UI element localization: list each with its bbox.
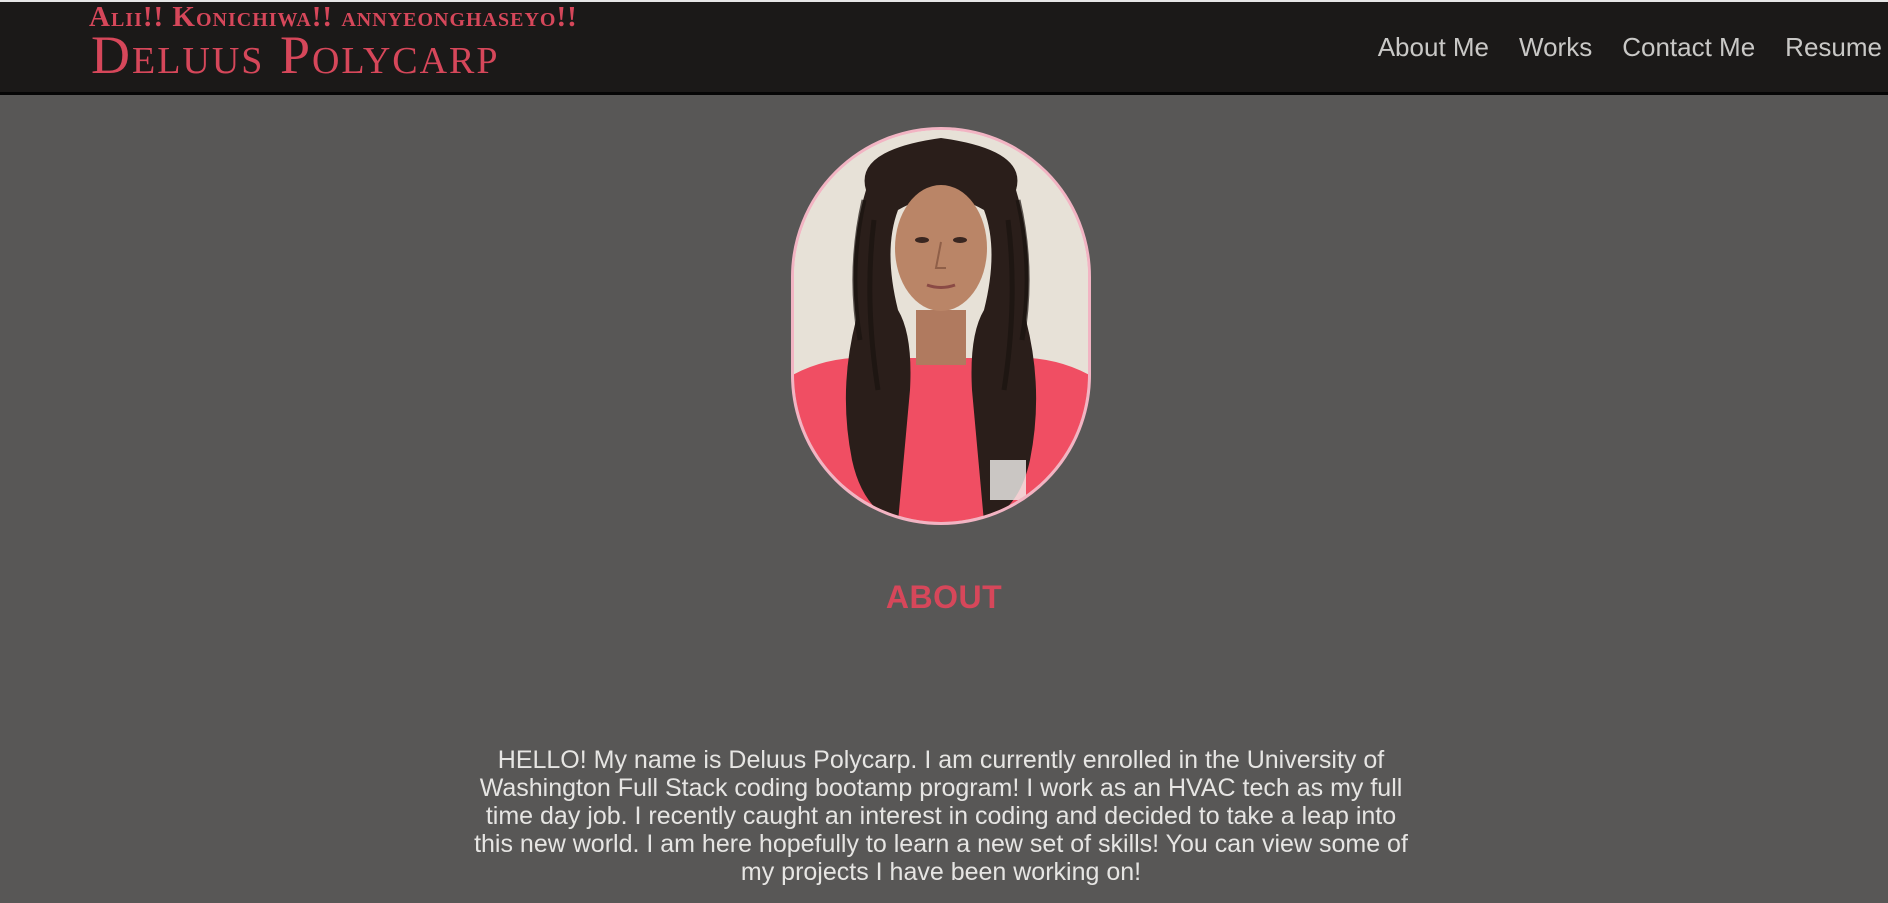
about-heading: ABOUT bbox=[885, 578, 1003, 615]
top-navbar: Alii!! Konichiwa!! annyeonghaseyo!! Delu… bbox=[0, 0, 1888, 95]
nav-link-works[interactable]: Works bbox=[1519, 32, 1592, 63]
about-bio: HELLO! My name is Deluus Polycarp. I am … bbox=[474, 746, 1408, 886]
site-title[interactable]: Deluus Polycarp bbox=[91, 27, 500, 83]
main-nav: About Me Works Contact Me Resume bbox=[1378, 32, 1882, 63]
nav-link-about-me[interactable]: About Me bbox=[1378, 32, 1489, 63]
nav-link-resume[interactable]: Resume bbox=[1785, 32, 1882, 63]
profile-photo-illustration bbox=[794, 130, 1088, 522]
nav-link-contact-me[interactable]: Contact Me bbox=[1622, 32, 1755, 63]
profile-photo bbox=[791, 127, 1091, 525]
